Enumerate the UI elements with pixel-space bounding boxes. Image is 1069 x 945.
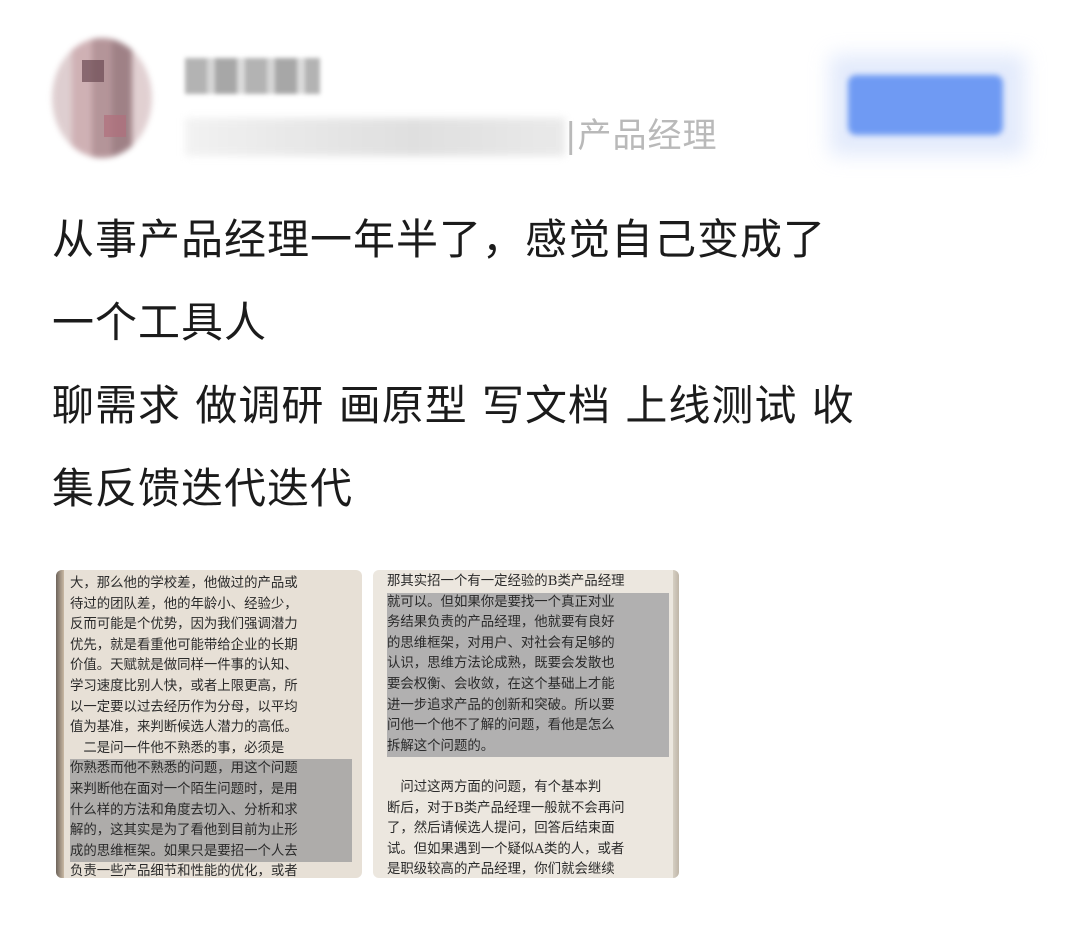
user-subtitle-blurred [185,118,565,156]
book-line: 价值。天赋就是做同样一件事的认知、 [70,658,298,674]
post-image-right[interactable]: 那其实招一个有一定经验的B类产品经理就可以。但如果你是要找一个真正对业 务结果负责… [373,570,679,878]
book-line: 负责一些产品细节和性能的优化，或者 [70,864,298,878]
avatar-pixel [82,60,104,82]
book-line: 问他一个他不了解的问题，看他是怎么 [387,716,669,737]
book-line: 优先，就是看重他可能带给企业的长期 [70,637,298,653]
book-line: 了，然后请候选人提问，回答后结束面 [387,821,615,837]
post-line: 一个工具人 [52,298,268,347]
book-line: 的思维框架，对用户、对社会有足够的 [387,633,669,655]
post-content: 从事产品经理一年半了，感觉自己变成了 一个工具人 聊需求 做调研 画原型 写文档… [52,198,1012,530]
book-line: 务结果负责的产品经理，他就要有良好 [387,613,669,634]
book-line: 学习速度比别人快，或者上限更高，所 [70,678,298,694]
book-line: 反而可能是个优势，因为我们强调潜力 [70,617,298,633]
book-line: 值为基准，来判断候选人潜力的高低。 [70,720,298,736]
book-line: 待过的团队差，他的年龄小、经验少， [70,596,298,612]
follow-button[interactable] [848,75,1003,135]
book-page-text: 那其实招一个有一定经验的B类产品经理就可以。但如果你是要找一个真正对业 务结果负责… [387,572,669,878]
book-line: 二是问一件他不熟悉的事，必须是 [70,740,285,756]
book-line: 什么样的方法和角度去切入、分析和求 [70,800,352,822]
book-line: 那其实招一个有一定经验的B类产品经理 [387,574,625,589]
post-line: 聊需求 做调研 画原型 写文档 上线测试 收 [52,381,855,430]
book-line: 问过这两方面的问题，有个基本判 [387,779,602,795]
book-line [387,757,669,778]
book-line: 试。但如果遇到一个疑似A类的人，或者 [387,841,625,857]
book-line: 认识，思维方法论成熟，既要会发散也 [387,654,669,675]
book-line: 成的思维框架。如果只是要招一个人去 [70,841,352,863]
user-subtitle: |产品经理 [565,116,718,156]
book-line: 断后，对于B类产品经理一般就不会再问 [387,800,625,816]
username[interactable] [185,58,320,94]
book-line: 来判断他在面对一个陌生问题时，是用 [70,779,352,801]
book-line: 你熟悉而他不熟悉的问题，用这个问题 [70,759,352,780]
post-line: 集反馈迭代迭代 [52,464,354,513]
book-line: 拆解这个问题的。 [387,736,669,758]
book-line: 大，那么他的学校差，他做过的产品或 [70,576,298,591]
book-line: 以一定要以过去经历作为分母，以平均 [70,699,298,715]
avatar-pixel [104,115,126,137]
post-line: 从事产品经理一年半了，感觉自己变成了 [52,215,827,264]
book-line: 要会权衡、会收敛，在这个基础上才能 [387,674,669,696]
user-avatar-icon[interactable] [52,38,152,158]
book-line: 解的，这其实是为了看他到目前为止形 [70,821,352,842]
book-page-text: 大，那么他的学校差，他做过的产品或 待过的团队差，他的年龄小、经验少， 反而可能是个… [70,574,352,878]
book-line: 是职级较高的产品经理，你们就会继续 [387,862,615,878]
post-image-left[interactable]: 大，那么他的学校差，他做过的产品或 待过的团队差，他的年龄小、经验少， 反而可能是个… [56,570,362,878]
book-line: 进一步追求产品的创新和突破。所以要 [387,695,669,717]
book-line: 就可以。但如果你是要找一个真正对业 [387,592,669,614]
